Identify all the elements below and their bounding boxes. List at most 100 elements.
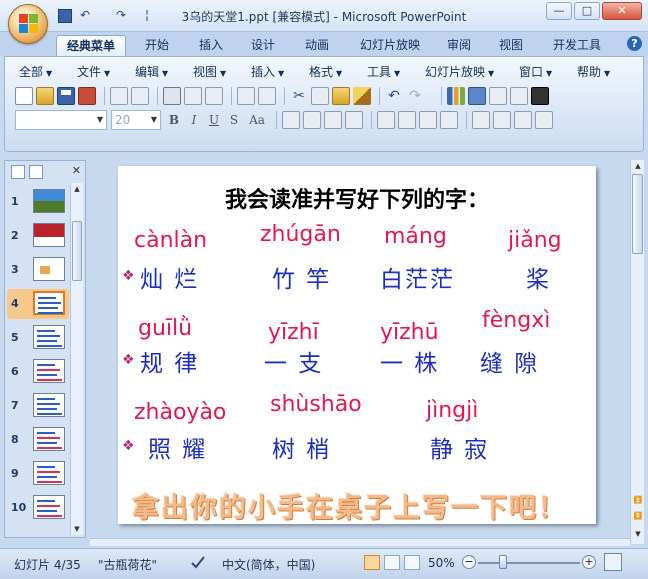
scroll-up-icon[interactable]: ▲: [633, 160, 643, 172]
paste-icon[interactable]: [332, 87, 350, 105]
grayscale-icon[interactable]: [531, 87, 549, 105]
maximize-button[interactable]: □: [574, 2, 600, 20]
pinyin-text[interactable]: jiǎng: [508, 228, 562, 253]
quick-print-icon[interactable]: [184, 87, 202, 105]
menu-view[interactable]: 视图 ▼: [193, 63, 226, 80]
tab-slideshow[interactable]: 幻灯片放映: [350, 35, 430, 56]
menu-file[interactable]: 文件 ▼: [77, 63, 110, 80]
align-right-icon[interactable]: [324, 111, 342, 129]
tab-insert[interactable]: 插入: [188, 35, 234, 56]
permission-icon[interactable]: [78, 87, 96, 105]
outline-tab-icon[interactable]: [29, 165, 43, 179]
bold-button[interactable]: B: [165, 111, 183, 129]
pinyin-text[interactable]: zhúgān: [260, 222, 341, 247]
close-button[interactable]: ✕: [602, 2, 642, 20]
slogan-text[interactable]: 拿出你的小手在桌子上写一下吧！: [132, 486, 592, 524]
slide-vertical-scrollbar[interactable]: ▲ ⏫ ⏬ ▼: [630, 160, 644, 544]
slide-horizontal-scrollbar[interactable]: [90, 538, 630, 546]
hanzi-text[interactable]: 静 寂: [430, 430, 489, 464]
numbering-icon[interactable]: [398, 111, 416, 129]
scroll-down-icon[interactable]: ▼: [633, 528, 643, 540]
next-slide-icon[interactable]: ⏬: [633, 510, 643, 522]
slide-thumbnail-image[interactable]: [33, 393, 65, 417]
hanzi-text[interactable]: 一 株: [380, 344, 439, 378]
slide-thumbnail-image[interactable]: [33, 189, 65, 213]
slide-thumbnail[interactable]: 9: [7, 459, 69, 489]
justify-icon[interactable]: [345, 111, 363, 129]
pinyin-text[interactable]: fèngxì: [482, 308, 550, 333]
scroll-thumb[interactable]: [632, 174, 643, 254]
pinyin-text[interactable]: guīlǜ: [138, 316, 192, 341]
pinyin-text[interactable]: jìngjì: [426, 398, 478, 423]
scroll-up-icon[interactable]: ▲: [72, 183, 82, 195]
spelling-icon[interactable]: [237, 87, 255, 105]
increase-indent-icon[interactable]: [419, 111, 437, 129]
tab-home[interactable]: 开始: [134, 35, 180, 56]
tab-review[interactable]: 审阅: [436, 35, 482, 56]
slide-thumbnail[interactable]: 6: [7, 357, 69, 387]
open-folder-icon[interactable]: [36, 87, 54, 105]
tab-design[interactable]: 设计: [240, 35, 286, 56]
tab-animation[interactable]: 动画: [294, 35, 340, 56]
redo-icon[interactable]: ↷: [406, 87, 424, 105]
help-icon[interactable]: ?: [627, 36, 642, 51]
pinyin-text[interactable]: cànlàn: [134, 228, 207, 253]
zoom-level[interactable]: 50%: [428, 556, 455, 570]
slide-thumbnail[interactable]: 1: [7, 187, 69, 217]
italic-button[interactable]: I: [185, 111, 203, 129]
pinyin-text[interactable]: yīzhī: [268, 320, 319, 345]
insert-picture-icon[interactable]: [489, 87, 507, 105]
print-preview-icon[interactable]: [110, 87, 128, 105]
hanzi-text[interactable]: 一 支: [264, 344, 323, 378]
email-icon[interactable]: [131, 87, 149, 105]
slideshow-view-button[interactable]: [404, 555, 420, 570]
align-left-icon[interactable]: [282, 111, 300, 129]
menu-help[interactable]: 帮助 ▼: [577, 63, 610, 80]
slide-title[interactable]: 我会读准并写好下列的字：: [118, 182, 596, 214]
print-icon[interactable]: [163, 87, 181, 105]
menu-tools[interactable]: 工具 ▼: [367, 63, 400, 80]
shrink-font-icon[interactable]: [514, 111, 532, 129]
pinyin-text[interactable]: máng: [384, 224, 447, 249]
format-painter-icon[interactable]: [353, 87, 371, 105]
table-icon[interactable]: [468, 87, 486, 105]
font-name-combo[interactable]: ▼: [15, 110, 107, 130]
copy-icon[interactable]: [311, 87, 329, 105]
underline-button[interactable]: U: [205, 111, 223, 129]
slides-tab-icon[interactable]: [11, 165, 25, 179]
pinyin-text[interactable]: yīzhū: [380, 320, 439, 345]
undo-icon[interactable]: ↶: [385, 87, 403, 105]
slide-thumbnail[interactable]: 2: [7, 221, 69, 251]
align-center-icon[interactable]: [303, 111, 321, 129]
design-icon[interactable]: [535, 111, 553, 129]
close-pane-icon[interactable]: ✕: [72, 164, 81, 177]
slide-thumbnail-image[interactable]: [33, 427, 65, 451]
slide-thumbnail[interactable]: 5: [7, 323, 69, 353]
grow-font-icon[interactable]: [493, 111, 511, 129]
font-size-combo[interactable]: 20 ▼: [111, 110, 161, 130]
color-icon[interactable]: [510, 87, 528, 105]
pinyin-text[interactable]: zhàoyào: [134, 400, 226, 425]
normal-view-button[interactable]: [364, 555, 380, 570]
chart-icon[interactable]: [447, 87, 465, 105]
slide-thumbnail-image[interactable]: [33, 461, 65, 485]
tab-developer[interactable]: 开发工具: [544, 35, 610, 56]
menu-insert[interactable]: 插入 ▼: [251, 63, 284, 80]
slide-thumbnail-image[interactable]: [33, 291, 65, 315]
hanzi-text[interactable]: 灿 烂: [140, 260, 199, 294]
hanzi-text[interactable]: 照 耀: [148, 430, 207, 464]
slide-thumbnail-image[interactable]: [33, 359, 65, 383]
previous-slide-icon[interactable]: ⏫: [633, 494, 643, 506]
new-file-icon[interactable]: [15, 87, 33, 105]
slide-thumbnail[interactable]: 10: [7, 493, 69, 523]
preview-icon[interactable]: [205, 87, 223, 105]
pinyin-text[interactable]: shùshāo: [270, 392, 362, 417]
zoom-out-button[interactable]: −: [462, 555, 476, 569]
cut-icon[interactable]: ✂: [290, 87, 308, 105]
current-slide[interactable]: 我会读准并写好下列的字： cànlàn zhúgān máng jiǎng ❖ …: [118, 166, 596, 524]
thumbnail-scrollbar[interactable]: ▲ ▼: [70, 183, 83, 535]
hanzi-text[interactable]: 竹 竿: [272, 260, 331, 294]
zoom-slider[interactable]: [478, 562, 580, 564]
slide-thumbnail[interactable]: 8: [7, 425, 69, 455]
tab-classic-menu[interactable]: 经典菜单: [56, 35, 126, 56]
